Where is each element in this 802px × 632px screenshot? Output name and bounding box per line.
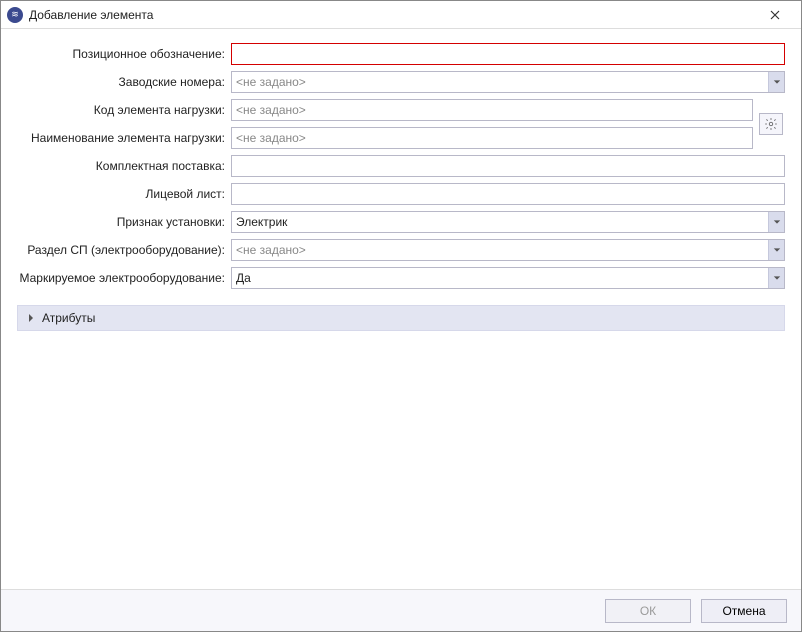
gear-icon — [764, 117, 778, 131]
label-factory-numbers: Заводские номера: — [17, 75, 227, 89]
dropdown-icon — [768, 212, 784, 232]
install-sign-combo[interactable]: Электрик — [231, 211, 785, 233]
markable-value: Да — [236, 271, 766, 285]
dialog-footer: ОК Отмена — [1, 589, 801, 631]
form-grid: Позиционное обозначение: Заводские номер… — [17, 43, 785, 289]
label-sp-section: Раздел СП (электрооборудование): — [17, 243, 227, 257]
install-sign-value: Электрик — [236, 215, 766, 229]
settings-button[interactable] — [759, 113, 783, 135]
dialog-body: Позиционное обозначение: Заводские номер… — [1, 29, 801, 589]
load-name-input[interactable] — [231, 127, 753, 149]
factory-numbers-combo[interactable]: <не задано> — [231, 71, 785, 93]
attributes-accordion[interactable]: Атрибуты — [17, 305, 785, 331]
supply-set-input[interactable] — [231, 155, 785, 177]
window-title: Добавление элемента — [29, 8, 755, 22]
load-code-input[interactable] — [231, 99, 753, 121]
ok-button[interactable]: ОК — [605, 599, 691, 623]
cancel-button[interactable]: Отмена — [701, 599, 787, 623]
factory-numbers-value: <не задано> — [236, 75, 766, 89]
label-pos-designation: Позиционное обозначение: — [17, 47, 227, 61]
label-supply-set: Комплектная поставка: — [17, 159, 227, 173]
pos-designation-input[interactable] — [231, 43, 785, 65]
sp-section-value: <не задано> — [236, 243, 766, 257]
sp-section-combo[interactable]: <не задано> — [231, 239, 785, 261]
app-icon: ≋ — [7, 7, 23, 23]
titlebar: ≋ Добавление элемента — [1, 1, 801, 29]
dialog-window: ≋ Добавление элемента Позиционное обозна… — [0, 0, 802, 632]
chevron-right-icon — [26, 313, 36, 323]
spacer — [17, 331, 785, 581]
markable-combo[interactable]: Да — [231, 267, 785, 289]
dropdown-icon — [768, 268, 784, 288]
attributes-title: Атрибуты — [42, 311, 95, 325]
label-install-sign: Признак установки: — [17, 215, 227, 229]
close-button[interactable] — [755, 2, 795, 28]
close-icon — [770, 10, 780, 20]
label-load-code: Код элемента нагрузки: — [17, 103, 227, 117]
label-load-name: Наименование элемента нагрузки: — [17, 131, 227, 145]
face-sheet-input[interactable] — [231, 183, 785, 205]
dropdown-icon — [768, 240, 784, 260]
label-face-sheet: Лицевой лист: — [17, 187, 227, 201]
dropdown-icon — [768, 72, 784, 92]
label-markable: Маркируемое электрооборудование: — [17, 271, 227, 285]
